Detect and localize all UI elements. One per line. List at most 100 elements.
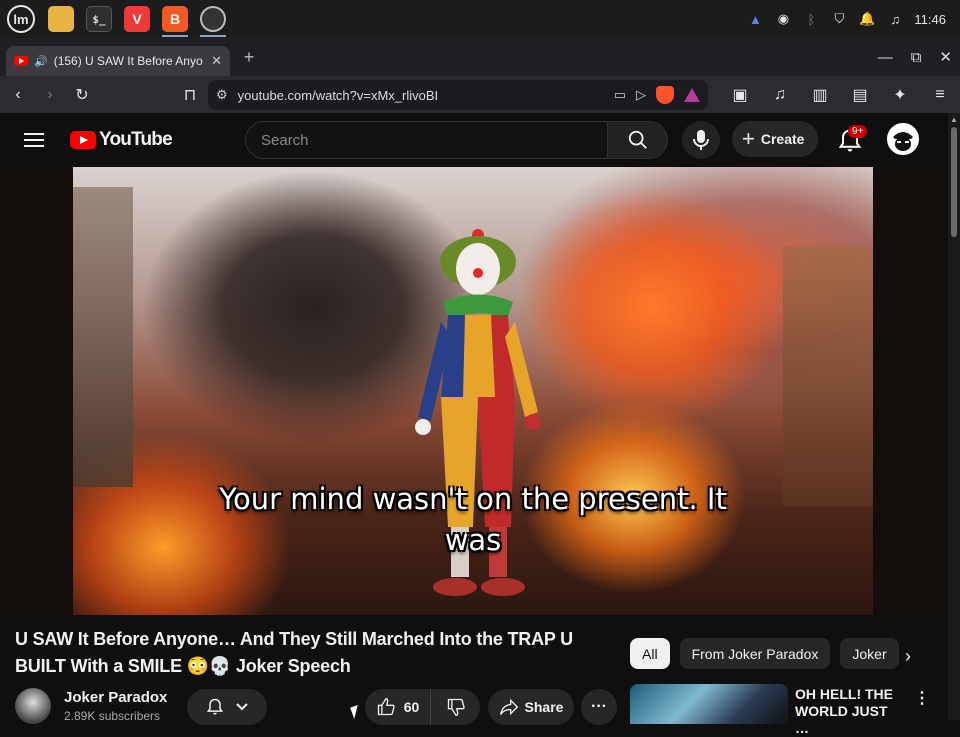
- like-count: 60: [403, 699, 420, 715]
- account-avatar[interactable]: [887, 123, 919, 155]
- youtube-masthead: YouTube + Create 9+: [0, 113, 948, 167]
- notifications-icon[interactable]: 🔔: [858, 10, 876, 28]
- anonymous-mask-icon: [889, 125, 917, 153]
- url-text[interactable]: youtube.com/watch?v=xMx_rlivoBI: [238, 88, 604, 103]
- taskbar-files[interactable]: [42, 0, 80, 38]
- video-title-line-2: BUILT With a SMILE 😳💀 Joker Speech: [15, 656, 351, 676]
- system-tray: ▲ ◉ ᛒ ⛉ 🔔 ♫ 11:46: [746, 0, 960, 38]
- subscriber-count: 2.89K subscribers: [64, 709, 161, 723]
- create-label: Create: [760, 131, 805, 147]
- speaker-icon[interactable]: 🔊: [34, 55, 48, 68]
- video-player[interactable]: Your mind wasn't on the present. It was: [73, 167, 873, 615]
- music-icon[interactable]: ♫: [886, 10, 904, 28]
- more-horizontal-icon: ···: [591, 698, 607, 715]
- recommended-video-thumbnail[interactable]: [630, 684, 788, 724]
- close-window-button[interactable]: ✕: [939, 48, 952, 66]
- scroll-up-arrow-icon[interactable]: ▲: [950, 115, 958, 124]
- share-label: Share: [524, 699, 564, 715]
- bluetooth-icon[interactable]: ᛒ: [802, 10, 820, 28]
- reader-mode-icon[interactable]: ▣: [726, 81, 754, 109]
- bell-icon: [206, 698, 224, 715]
- forward-button[interactable]: ›: [36, 81, 64, 109]
- youtube-logo[interactable]: YouTube: [70, 129, 173, 151]
- sidebar-icon[interactable]: ▥: [806, 81, 834, 109]
- send-icon[interactable]: ▷: [636, 87, 646, 103]
- cast-icon[interactable]: ▭: [614, 87, 626, 103]
- plus-icon: +: [742, 126, 755, 151]
- address-bar[interactable]: ⚙ youtube.com/watch?v=xMx_rlivoBI ▭ ▷: [208, 80, 708, 110]
- video-title-line-1: U SAW It Before Anyone… And They Still M…: [15, 629, 573, 649]
- menu-icon[interactable]: ≡: [926, 81, 954, 109]
- page-scrollbar[interactable]: ▲: [948, 113, 960, 720]
- reload-button[interactable]: ↻: [68, 81, 96, 109]
- toolbar-right: ▣ ♫ ▥ ▤ ✦ ≡: [722, 80, 954, 110]
- brave-icon: B: [162, 6, 188, 32]
- bookmark-icon[interactable]: ⊓: [176, 81, 204, 109]
- window-controls: — ⧉ ✕: [878, 38, 952, 76]
- vivaldi-icon: V: [124, 6, 150, 32]
- tab-close-button[interactable]: ✕: [211, 53, 222, 69]
- recommended-video-title[interactable]: OH HELL! THE WORLD JUST …: [795, 686, 905, 737]
- guide-menu-icon[interactable]: [24, 133, 44, 147]
- folder-icon: [48, 6, 74, 32]
- brave-rewards-icon[interactable]: [684, 88, 700, 102]
- taskbar-obs[interactable]: [194, 0, 232, 38]
- minimize-button[interactable]: —: [878, 49, 893, 66]
- shield-icon[interactable]: ⛉: [830, 10, 848, 28]
- search-input[interactable]: [245, 121, 608, 159]
- youtube-wordmark: YouTube: [99, 129, 173, 150]
- voice-search-button[interactable]: [682, 121, 720, 159]
- video-title: U SAW It Before Anyone… And They Still M…: [15, 626, 605, 680]
- youtube-favicon-icon: [14, 56, 28, 66]
- chip-all[interactable]: All: [630, 638, 670, 669]
- restore-button[interactable]: ⧉: [911, 49, 922, 66]
- share-icon: [499, 698, 518, 716]
- wallet-icon[interactable]: ▤: [846, 81, 874, 109]
- chip-joker[interactable]: Joker: [840, 638, 899, 669]
- video-caption: Your mind wasn't on the present. It was: [73, 479, 873, 561]
- youtube-play-icon: [70, 131, 96, 149]
- chevron-right-icon[interactable]: ›: [894, 642, 922, 670]
- browser-tab[interactable]: 🔊 (156) U SAW It Before Anyo ✕: [6, 46, 230, 76]
- media-icon[interactable]: ♫: [766, 81, 794, 109]
- scene-building-right: [783, 247, 873, 507]
- new-tab-button[interactable]: +: [234, 47, 264, 68]
- notifications-badge: 9+: [848, 125, 868, 138]
- leo-ai-icon[interactable]: ✦: [886, 81, 914, 109]
- caption-line-2: was: [444, 523, 502, 557]
- obs-icon: [200, 6, 226, 32]
- more-vertical-icon[interactable]: ⋮: [914, 688, 930, 708]
- vpn-icon[interactable]: ▲: [746, 10, 764, 28]
- taskbar-brave[interactable]: B: [156, 0, 194, 38]
- back-button[interactable]: ‹: [4, 81, 32, 109]
- chevron-down-icon: [236, 703, 248, 711]
- microphone-icon: [693, 130, 709, 150]
- channel-name[interactable]: Joker Paradox: [64, 689, 167, 706]
- search-box: [245, 121, 668, 159]
- chip-from-channel[interactable]: From Joker Paradox: [679, 638, 831, 669]
- obs-tray-icon[interactable]: ◉: [774, 10, 792, 28]
- browser-toolbar: ‹ › ↻ ⊓ ⚙ youtube.com/watch?v=xMx_rlivoB…: [0, 76, 960, 113]
- tab-title: (156) U SAW It Before Anyo: [53, 54, 203, 68]
- scrollbar-thumb[interactable]: [951, 127, 957, 237]
- os-top-panel: lm $_ V B ▲ ◉ ᛒ ⛉ 🔔 ♫ 11:46: [0, 0, 960, 38]
- linux-mint-icon: lm: [7, 5, 35, 33]
- site-settings-icon[interactable]: ⚙: [216, 87, 228, 103]
- brave-shields-icon[interactable]: [656, 86, 674, 104]
- related-filter-chips: All From Joker Paradox Joker: [630, 638, 899, 669]
- channel-avatar[interactable]: [15, 688, 51, 724]
- terminal-icon: $_: [86, 6, 112, 32]
- dislike-button[interactable]: [431, 697, 480, 717]
- search-button[interactable]: [608, 121, 668, 159]
- search-icon: [628, 130, 647, 149]
- clock[interactable]: 11:46: [914, 12, 946, 27]
- menu-launcher[interactable]: lm: [0, 0, 42, 38]
- channel-row: Joker Paradox 2.89K subscribers 60 Share…: [15, 684, 617, 725]
- browser-tab-strip: 🔊 (156) U SAW It Before Anyo ✕ + — ⧉ ✕: [0, 38, 960, 76]
- caption-line-1: Your mind wasn't on the present. It: [219, 482, 727, 516]
- create-button[interactable]: + Create: [732, 121, 819, 157]
- scene-building-left: [73, 187, 133, 487]
- thumbs-up-icon: [377, 697, 395, 716]
- taskbar-terminal[interactable]: $_: [80, 0, 118, 38]
- taskbar-vivaldi[interactable]: V: [118, 0, 156, 38]
